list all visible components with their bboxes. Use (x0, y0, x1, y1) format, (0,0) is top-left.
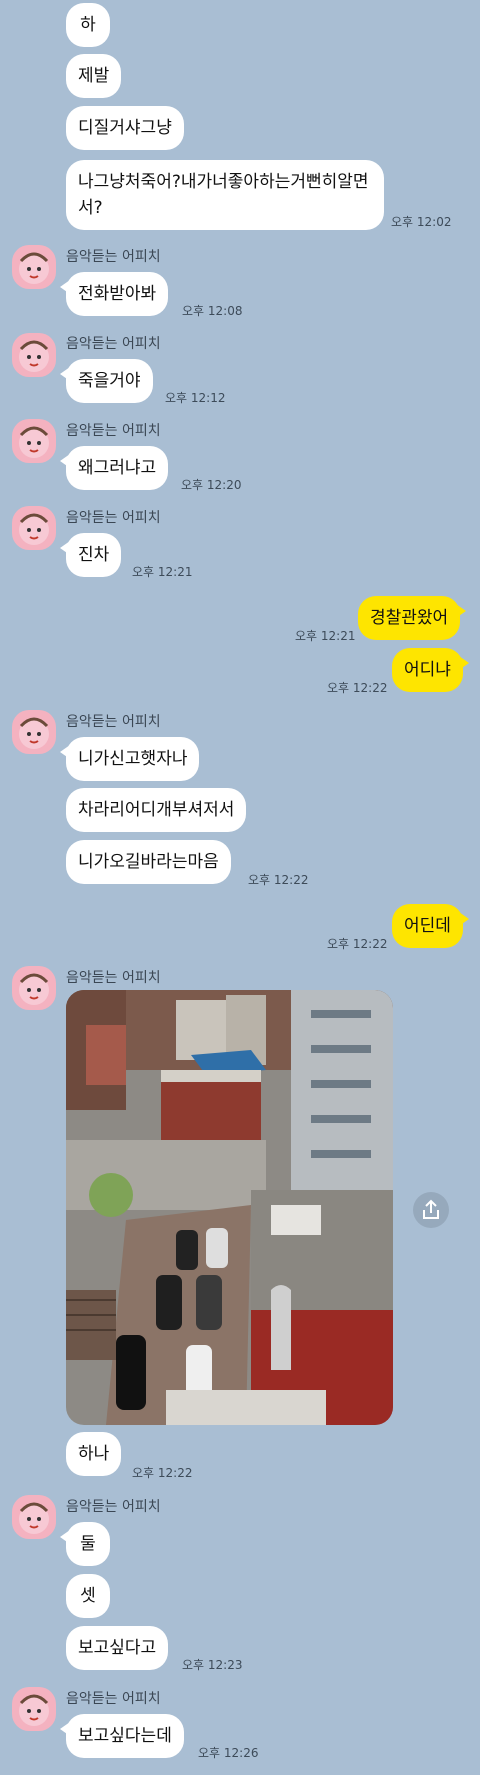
sender-name: 음악듣는 어피치 (66, 1499, 161, 1515)
sender-name: 음악듣는 어피치 (66, 423, 161, 439)
avatar[interactable] (12, 710, 56, 754)
message-bubble[interactable]: 하나 (66, 1432, 122, 1476)
share-button[interactable] (413, 1192, 449, 1228)
avatar[interactable] (12, 333, 56, 377)
avatar[interactable] (12, 419, 56, 463)
peach-character-avatar-icon (19, 973, 49, 1005)
peach-character-avatar-icon (19, 1502, 49, 1534)
sender-name: 음악듣는 어피치 (66, 510, 161, 526)
timestamp: 오후 12:08 (182, 304, 243, 318)
message-bubble[interactable]: 보고싶다고 (66, 1626, 169, 1670)
timestamp: 오후 12:22 (327, 681, 388, 695)
my-message-bubble[interactable]: 어디냐 (392, 648, 469, 692)
timestamp: 오후 12:22 (327, 937, 388, 951)
photo-message[interactable] (66, 990, 393, 1425)
my-message-bubble[interactable]: 어딘데 (392, 904, 469, 948)
share-icon (423, 1199, 439, 1219)
avatar[interactable] (12, 1687, 56, 1731)
message-bubble[interactable]: 제발 (66, 54, 122, 98)
timestamp: 오후 12:12 (165, 391, 226, 405)
timestamp: 오후 12:21 (295, 629, 356, 643)
avatar[interactable] (12, 245, 56, 289)
message-bubble[interactable]: 보고싶다는데 (60, 1714, 184, 1758)
peach-character-avatar-icon (19, 717, 49, 749)
message-bubble[interactable]: 셋 (66, 1574, 110, 1618)
avatar[interactable] (12, 506, 56, 550)
peach-character-avatar-icon (19, 252, 49, 284)
message-bubble[interactable]: 하 (66, 3, 110, 47)
timestamp: 오후 12:22 (248, 873, 309, 887)
peach-character-avatar-icon (19, 340, 49, 372)
sender-name: 음악듣는 어피치 (66, 249, 161, 265)
peach-character-avatar-icon (19, 426, 49, 458)
sender-name: 음악듣는 어피치 (66, 714, 161, 730)
avatar[interactable] (12, 1495, 56, 1539)
message-bubble[interactable]: 니가오길바라는마음 (66, 840, 231, 884)
peach-character-avatar-icon (19, 1694, 49, 1726)
sender-name: 음악듣는 어피치 (66, 336, 161, 352)
message-bubble[interactable]: 죽을거야 (60, 359, 153, 403)
my-message-bubble[interactable]: 경찰관왔어 (358, 596, 467, 640)
peach-character-avatar-icon (19, 513, 49, 545)
message-bubble[interactable]: 왜그러냐고 (59, 446, 169, 490)
timestamp: 오후 12:02 (391, 215, 452, 229)
message-bubble[interactable]: 디질거샤그냥 (66, 106, 184, 150)
sender-name: 음악듣는 어피치 (66, 970, 161, 986)
timestamp: 오후 12:23 (182, 1658, 243, 1672)
message-bubble[interactable]: 둘 (60, 1522, 110, 1566)
message-bubble[interactable]: 진차 (59, 533, 122, 577)
message-bubble[interactable]: 니가신고햇자나 (59, 737, 200, 781)
message-bubble[interactable]: 나그냥처죽어?내가너좋아하는거뻔히알면서? (66, 160, 384, 230)
message-bubble[interactable]: 차라리어디개부셔저서 (66, 788, 247, 832)
parking-lot-photo (66, 990, 393, 1425)
avatar[interactable] (12, 966, 56, 1010)
timestamp: 오후 12:22 (132, 1466, 193, 1480)
timestamp: 오후 12:20 (181, 478, 242, 492)
timestamp: 오후 12:26 (198, 1746, 259, 1760)
sender-name: 음악듣는 어피치 (66, 1691, 161, 1707)
timestamp: 오후 12:21 (132, 565, 193, 579)
message-bubble[interactable]: 전화받아봐 (59, 272, 169, 316)
